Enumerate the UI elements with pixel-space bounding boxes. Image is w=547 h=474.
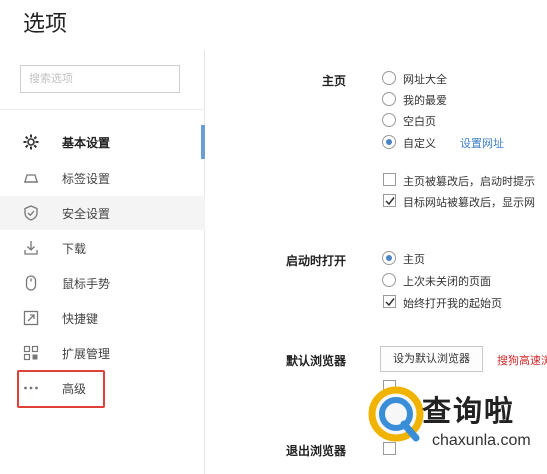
option-label: 主页被篡改后，启动时提示 [403, 176, 535, 188]
sidebar-item-label: 基本设置 [62, 136, 111, 150]
header: 选项 [0, 0, 547, 50]
section-label-startup: 启动时打开 [286, 254, 347, 268]
option-label: 上次未关闭的页面 [403, 276, 491, 288]
radio-home-nav-sites[interactable] [382, 71, 396, 85]
sidebar-item-label: 扩展管理 [62, 347, 111, 361]
checkbox-target-site-tamper[interactable] [383, 194, 396, 207]
tab-icon [22, 169, 40, 187]
radio-home-custom[interactable] [382, 135, 396, 149]
highlight-annotation [17, 370, 105, 408]
search-area [0, 50, 204, 110]
extensions-icon [22, 344, 40, 362]
active-indicator [201, 125, 205, 159]
checkmark-icon [385, 298, 395, 307]
shortcut-icon [22, 309, 40, 327]
sidebar-item-tab-settings[interactable]: 标签设置 [0, 161, 205, 195]
option-label: 我的最爱 [403, 95, 447, 107]
sidebar: 基本设置 标签设置 安全设置 下载 鼠标手势 快捷键 [0, 50, 205, 474]
watermark-text: 查询啦 [422, 394, 516, 428]
radio-home-blank[interactable] [382, 113, 396, 127]
sidebar-item-label: 快捷键 [62, 312, 99, 326]
sidebar-item-extensions[interactable]: 扩展管理 [0, 336, 205, 370]
option-label: 目标网站被篡改后，显示网 [403, 197, 535, 209]
checkmark-icon [385, 197, 395, 206]
option-label: 主页 [403, 254, 425, 266]
section-label-exit-browser: 退出浏览器 [286, 444, 347, 458]
sidebar-item-basic-settings[interactable]: 基本设置 [0, 125, 205, 159]
section-label-home: 主页 [322, 74, 347, 88]
option-label: 空白页 [403, 116, 436, 128]
watermark-url: chaxunla.com [432, 432, 531, 449]
download-icon [22, 239, 40, 257]
sidebar-item-shortcuts[interactable]: 快捷键 [0, 301, 205, 335]
sidebar-item-label: 安全设置 [62, 207, 111, 221]
option-label: 始终打开我的起始页 [403, 298, 502, 310]
mouse-icon [22, 274, 40, 292]
sidebar-item-security-settings[interactable]: 安全设置 [0, 196, 205, 230]
gear-icon [22, 133, 40, 151]
sidebar-item-mouse-gestures[interactable]: 鼠标手势 [0, 266, 205, 300]
sidebar-item-label: 标签设置 [62, 172, 111, 186]
option-label: 网址大全 [403, 74, 447, 86]
radio-startup-home[interactable] [382, 251, 396, 265]
search-input[interactable] [20, 65, 180, 93]
shield-icon [22, 204, 40, 222]
sidebar-item-download[interactable]: 下载 [0, 231, 205, 265]
default-browser-warning: 搜狗高速浏 [497, 355, 547, 367]
sidebar-item-label: 鼠标手势 [62, 277, 111, 291]
set-url-link[interactable]: 设置网址 [460, 135, 504, 151]
sidebar-item-label: 下载 [62, 242, 87, 256]
section-label-default-browser: 默认浏览器 [286, 354, 347, 368]
checkbox-home-tamper-prompt[interactable] [383, 173, 396, 186]
radio-startup-last-session[interactable] [382, 273, 396, 287]
set-default-browser-button[interactable]: 设为默认浏览器 [380, 346, 483, 372]
option-label: 自定义 [403, 138, 436, 150]
radio-home-favorites[interactable] [382, 92, 396, 106]
page-title: 选项 [23, 11, 68, 36]
watermark-logo: 查询啦 chaxunla.com [364, 380, 547, 474]
magnifier-logo-icon [368, 386, 424, 442]
checkbox-always-open-start-page[interactable] [383, 295, 396, 308]
